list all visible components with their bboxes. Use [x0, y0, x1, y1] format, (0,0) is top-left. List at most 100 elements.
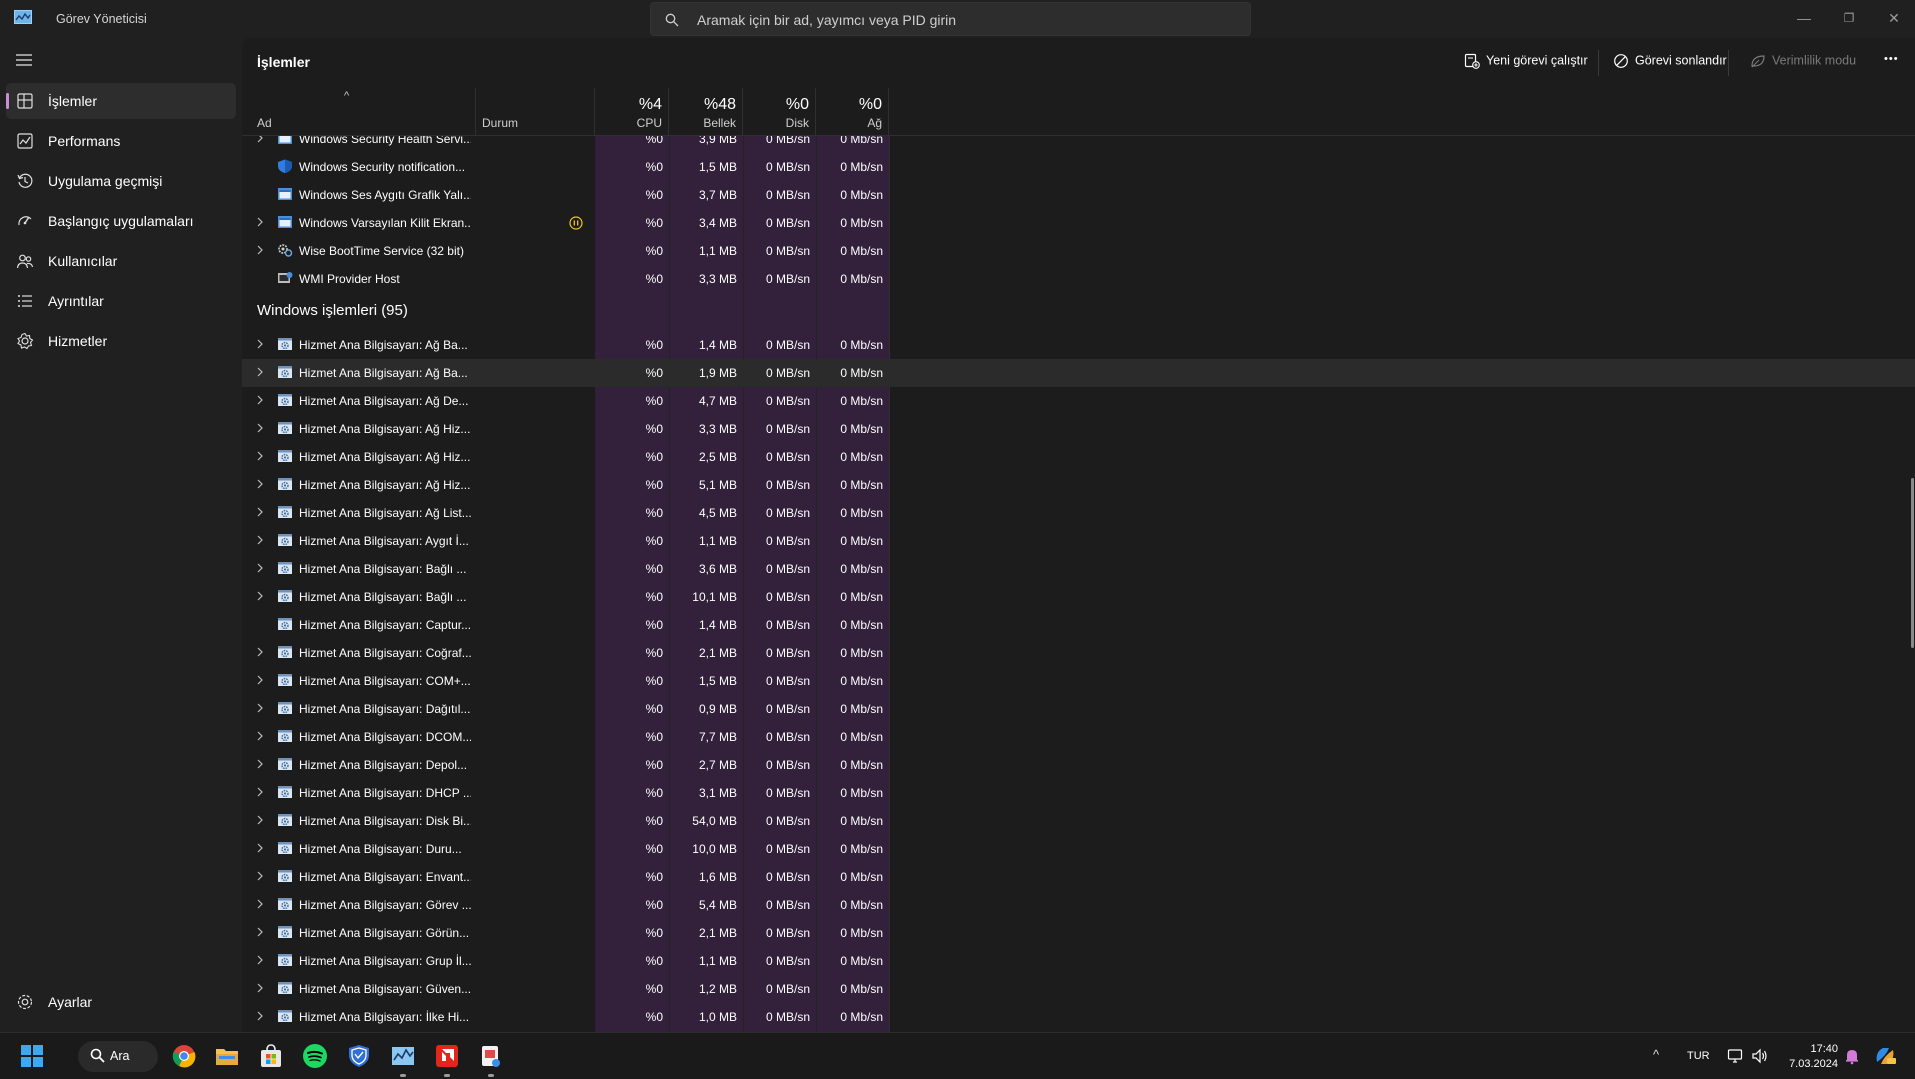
chevron-right-icon[interactable] — [255, 421, 265, 435]
chevron-right-icon[interactable] — [255, 645, 265, 659]
table-row[interactable]: Hizmet Ana Bilgisayarı: Görev ... %0 5,4 M… — [242, 891, 1915, 919]
chevron-right-icon[interactable] — [255, 925, 265, 939]
chevron-right-icon[interactable] — [255, 869, 265, 883]
search-input[interactable]: Aramak için bir ad, yayımcı veya PID gir… — [650, 2, 1251, 36]
column-header-disk[interactable]: %0 Disk — [743, 88, 816, 136]
column-header-name[interactable]: ^ Ad — [242, 88, 476, 136]
close-button[interactable]: ✕ — [1879, 6, 1909, 30]
column-header-memory[interactable]: %48 Bellek — [669, 88, 743, 136]
sidebar-item-processes[interactable]: İşlemler — [6, 83, 236, 119]
table-row[interactable]: Hizmet Ana Bilgisayarı: Dağıtıl... %0 0,9 … — [242, 695, 1915, 723]
table-row[interactable]: Hizmet Ana Bilgisayarı: Ağ Hiz... %0 3,3 M… — [242, 415, 1915, 443]
chevron-right-icon[interactable] — [255, 785, 265, 799]
sidebar-item-settings[interactable]: Ayarlar — [6, 984, 236, 1020]
volume-icon[interactable] — [1751, 1047, 1769, 1065]
chevron-right-icon[interactable] — [255, 729, 265, 743]
table-row[interactable]: Hizmet Ana Bilgisayarı: Coğraf... %0 2,1 M… — [242, 639, 1915, 667]
table-row[interactable]: Hizmet Ana Bilgisayarı: Depol... %0 2,7 MB… — [242, 751, 1915, 779]
sidebar-item-services[interactable]: Hizmetler — [6, 323, 236, 359]
clock-date[interactable]: 7.03.2024 — [1782, 1058, 1838, 1070]
table-row[interactable]: Hizmet Ana Bilgisayarı: Bağlı ... %0 10,1 … — [242, 583, 1915, 611]
table-row[interactable]: Hizmet Ana Bilgisayarı: Bağlı ... %0 3,6 M… — [242, 555, 1915, 583]
table-row[interactable]: Hizmet Ana Bilgisayarı: Ağ De... %0 4,7 MB… — [242, 387, 1915, 415]
windows-start-icon[interactable] — [20, 1044, 44, 1068]
spotify-icon[interactable] — [302, 1043, 328, 1069]
chevron-right-icon[interactable] — [255, 449, 265, 463]
defender-icon[interactable] — [346, 1043, 372, 1069]
table-row[interactable]: Hizmet Ana Bilgisayarı: İlke Hi... %0 1,0 … — [242, 1003, 1915, 1031]
table-row[interactable]: Hizmet Ana Bilgisayarı: Ağ List... %0 4,5 … — [242, 499, 1915, 527]
chrome-icon[interactable] — [171, 1043, 197, 1069]
taskbar-search-button[interactable]: Ara — [78, 1041, 158, 1072]
table-row[interactable]: WMI Provider Host %0 3,3 MB 0 MB/sn 0 Mb/sn — [242, 265, 1915, 293]
network-icon[interactable] — [1727, 1047, 1745, 1065]
minimize-button[interactable]: — — [1789, 6, 1819, 30]
table-row[interactable]: Hizmet Ana Bilgisayarı: DCOM... %0 7,7 MB 0… — [242, 723, 1915, 751]
chevron-right-icon[interactable] — [255, 589, 265, 603]
chevron-right-icon[interactable] — [255, 505, 265, 519]
chevron-right-icon[interactable] — [255, 813, 265, 827]
efficiency-mode-button[interactable]: Verimlilik modu — [1750, 53, 1856, 73]
table-row[interactable]: Hizmet Ana Bilgisayarı: Ağ Hiz... %0 5,1 M… — [242, 471, 1915, 499]
table-row[interactable]: Hizmet Ana Bilgisayarı: Grup İl... %0 1,1 … — [242, 947, 1915, 975]
table-row[interactable]: Hizmet Ana Bilgisayarı: Captur... %0 1,4 M… — [242, 611, 1915, 639]
column-header-status[interactable]: Durum — [476, 88, 595, 136]
more-options-button[interactable]: ••• — [1884, 53, 1899, 73]
column-header-network[interactable]: %0 Ağ — [816, 88, 889, 136]
chevron-right-icon[interactable] — [255, 337, 265, 351]
table-row[interactable]: Hizmet Ana Bilgisayarı: Güven... %0 1,2 MB… — [242, 975, 1915, 1003]
table-row[interactable]: Windows Security Health Servi... %0 3,9 MB… — [242, 136, 1915, 153]
language-indicator[interactable]: TUR — [1687, 1050, 1710, 1062]
chevron-right-icon[interactable] — [255, 215, 265, 229]
chevron-right-icon[interactable] — [255, 953, 265, 967]
end-task-button[interactable]: Görevi sonlandır — [1613, 53, 1727, 73]
chevron-right-icon[interactable] — [255, 393, 265, 407]
vertical-scrollbar[interactable] — [1911, 478, 1914, 648]
table-row[interactable]: Hizmet Ana Bilgisayarı: Envant... %0 1,6 M… — [242, 863, 1915, 891]
chevron-right-icon[interactable] — [255, 701, 265, 715]
snipping-icon[interactable] — [478, 1043, 504, 1069]
table-row[interactable]: Hizmet Ana Bilgisayarı: Aygıt İ... %0 1,1 … — [242, 527, 1915, 555]
table-row[interactable]: Hizmet Ana Bilgisayarı: Duru... %0 10,0 MB… — [242, 835, 1915, 863]
clock-time[interactable]: 17:40 — [1792, 1043, 1838, 1055]
sidebar-item-startup[interactable]: Başlangıç uygulamaları — [6, 203, 236, 239]
table-row[interactable]: Hizmet Ana Bilgisayarı: Disk Bi... %0 54,0… — [242, 807, 1915, 835]
chevron-right-icon[interactable] — [255, 136, 265, 145]
chevron-right-icon[interactable] — [255, 243, 265, 257]
amd-icon[interactable] — [434, 1043, 460, 1069]
notification-bell-icon[interactable] — [1843, 1047, 1861, 1065]
group-header-row[interactable]: Windows işlemleri (95) — [242, 298, 1915, 331]
chevron-right-icon[interactable] — [255, 561, 265, 575]
chevron-right-icon[interactable] — [255, 1009, 265, 1023]
chevron-right-icon[interactable] — [255, 365, 265, 379]
run-new-task-button[interactable]: Yeni görevi çalıştır — [1464, 53, 1588, 73]
chevron-right-icon[interactable] — [255, 897, 265, 911]
table-row[interactable]: Wise BootTime Service (32 bit) %0 1,1 MB 0 … — [242, 237, 1915, 265]
chevron-right-icon[interactable] — [255, 841, 265, 855]
sidebar-item-users[interactable]: Kullanıcılar — [6, 243, 236, 279]
restore-button[interactable]: ❐ — [1834, 6, 1864, 30]
chevron-up-icon[interactable]: ^ — [1653, 1047, 1659, 1062]
table-row[interactable]: Windows Security notification... %0 1,5 MB… — [242, 153, 1915, 181]
sidebar-item-performance[interactable]: Performans — [6, 123, 236, 159]
table-row[interactable]: Hizmet Ana Bilgisayarı: COM+... %0 1,5 MB 0… — [242, 667, 1915, 695]
chevron-right-icon[interactable] — [255, 533, 265, 547]
chevron-right-icon[interactable] — [255, 757, 265, 771]
task-manager-icon[interactable] — [390, 1043, 416, 1069]
file-explorer-icon[interactable] — [214, 1043, 240, 1069]
table-row[interactable]: Hizmet Ana Bilgisayarı: DHCP ... %0 3,1 MB… — [242, 779, 1915, 807]
chevron-right-icon[interactable] — [255, 981, 265, 995]
chevron-right-icon[interactable] — [255, 673, 265, 687]
sidebar-item-details[interactable]: Ayrıntılar — [6, 283, 236, 319]
chevron-right-icon[interactable] — [255, 477, 265, 491]
table-row[interactable]: Hizmet Ana Bilgisayarı: Ağ Ba... %0 1,4 MB… — [242, 331, 1915, 359]
sidebar-item-app-history[interactable]: Uygulama geçmişi — [6, 163, 236, 199]
table-row[interactable]: Hizmet Ana Bilgisayarı: Görün... %0 2,1 MB… — [242, 919, 1915, 947]
table-row[interactable]: Hizmet Ana Bilgisayarı: Ağ Ba... %0 1,9 MB… — [242, 359, 1915, 387]
copilot-icon[interactable] — [1873, 1044, 1897, 1068]
table-row[interactable]: Windows Ses Aygıtı Grafik Yalı... %0 3,7 M… — [242, 181, 1915, 209]
store-icon[interactable] — [258, 1043, 284, 1069]
table-row[interactable]: Windows Varsayılan Kilit Ekran... %0 3,4 M… — [242, 209, 1915, 237]
hamburger-menu-icon[interactable] — [14, 52, 34, 68]
table-row[interactable]: Hizmet Ana Bilgisayarı: Ağ Hiz... %0 2,5 M… — [242, 443, 1915, 471]
